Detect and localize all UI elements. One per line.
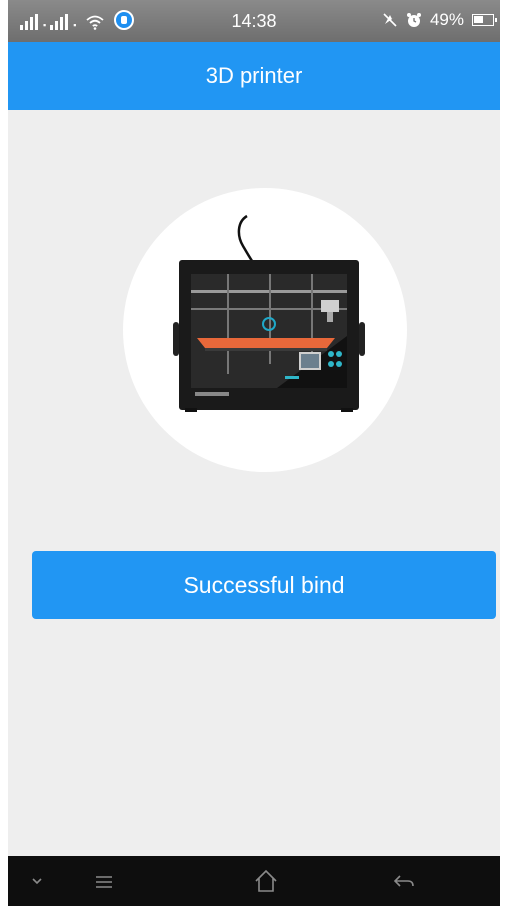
status-right: 49% — [382, 10, 497, 30]
back-icon[interactable] — [392, 872, 416, 892]
chevron-down-icon[interactable] — [30, 876, 44, 886]
navigation-bar — [8, 856, 500, 906]
app-screen: ▪ ▪ 14:38 49% 3D printer Successful bind — [8, 0, 500, 906]
battery-icon — [472, 14, 497, 26]
home-icon[interactable] — [253, 868, 279, 894]
page-title: 3D printer — [205, 63, 303, 88]
3d-printer-image — [173, 214, 365, 412]
device-image-circle — [123, 188, 407, 472]
title-bar: 3D printer — [8, 42, 500, 110]
successful-bind-button[interactable]: Successful bind — [32, 551, 496, 619]
menu-icon[interactable] — [94, 874, 114, 890]
mute-icon — [383, 13, 397, 27]
alarm-icon — [406, 13, 421, 27]
status-bar: ▪ ▪ 14:38 49% — [8, 0, 500, 42]
battery-percent: 49% — [429, 10, 464, 29]
